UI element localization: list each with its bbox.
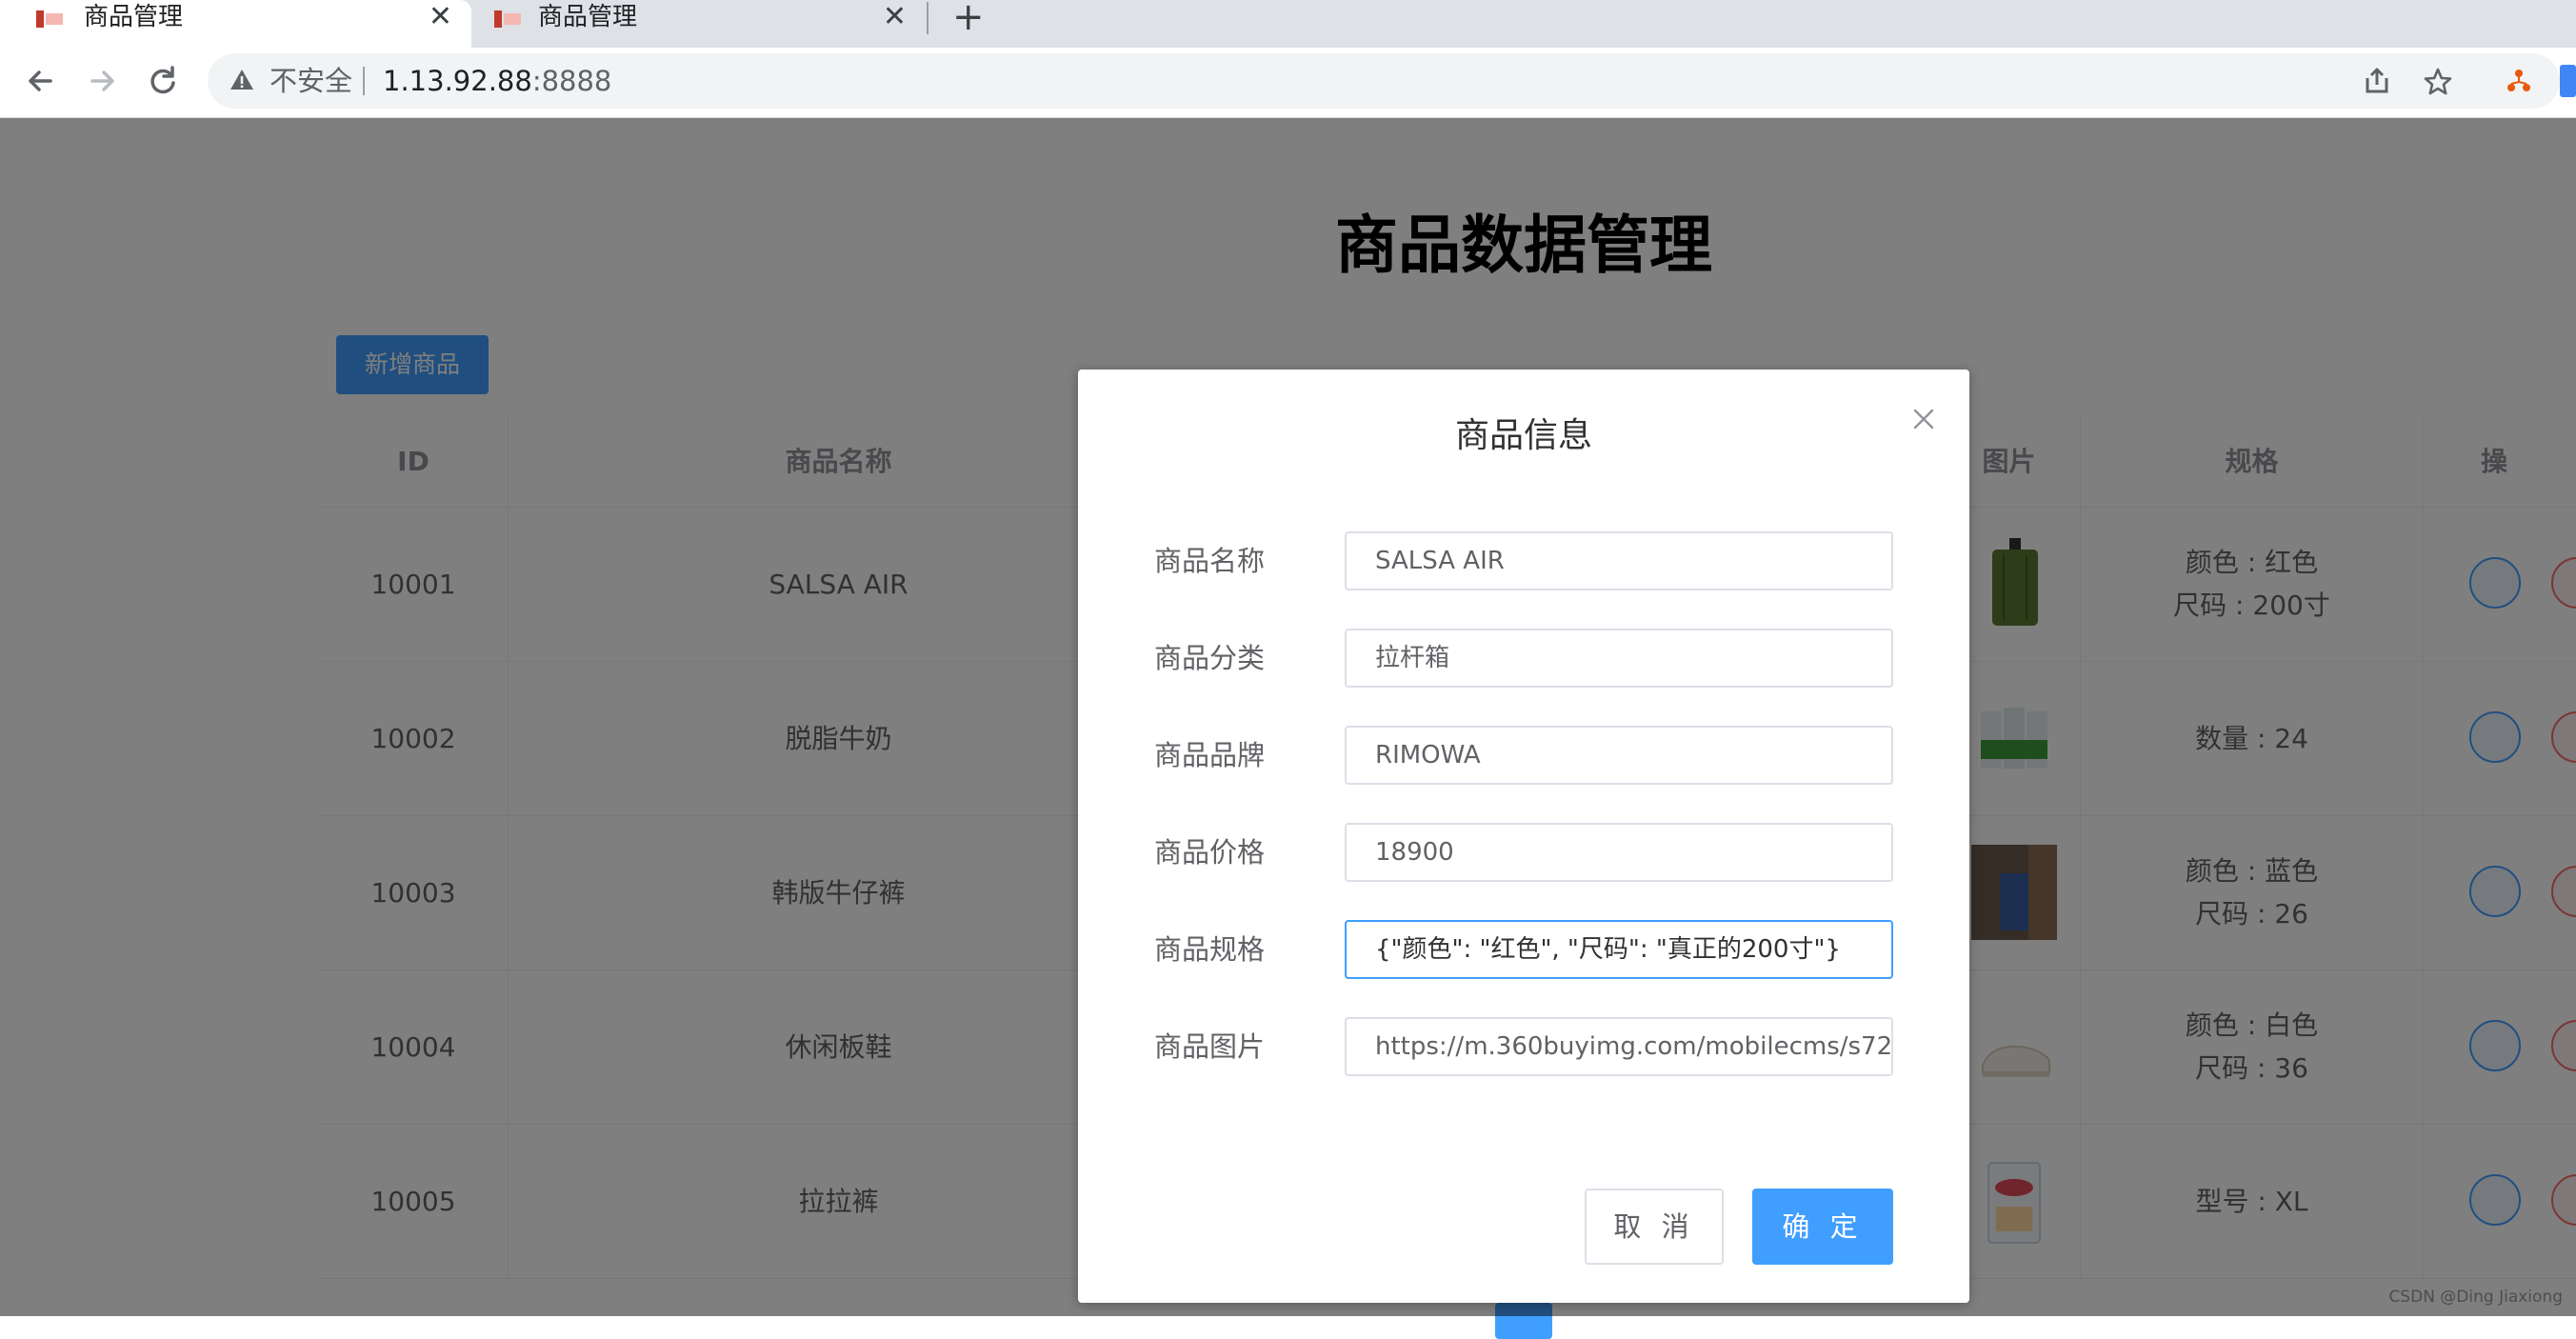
name-input[interactable]: SALSA AIR [1345,531,1893,590]
tab-close-icon[interactable]: ✕ [429,2,452,32]
tab-inactive[interactable]: 商品管理 ✕ [473,0,926,48]
form-label: 商品价格 [1154,836,1266,869]
form-row-spec: 商品规格 {"颜色": "红色", "尺码": "真正的200寸"} [1154,920,1897,979]
tab-active[interactable]: 商品管理 ✕ [0,0,471,48]
extension-translate-icon[interactable] [2560,65,2576,97]
form-row-category: 商品分类 拉杆箱 [1154,629,1897,688]
security-status-label[interactable]: 不安全 [270,53,352,109]
image-url-input[interactable]: https://m.360buyimg.com/mobilecms/s720x7 [1345,1017,1893,1076]
url-port: :8888 [531,65,612,97]
form-label: 商品名称 [1154,545,1266,577]
back-arrow-icon[interactable] [19,59,63,103]
warning-triangle-icon[interactable] [229,67,255,93]
confirm-button[interactable]: 确 定 [1752,1189,1893,1265]
product-info-dialog: 商品信息 商品名称 SALSA AIR 商品分类 拉杆箱 商品品牌 RIMOWA… [1078,370,1969,1303]
url-separator [363,67,365,95]
tab-separator [927,2,929,34]
bookmark-star-icon[interactable] [2423,67,2453,97]
browser-toolbar: 不安全 1.13.92.88:8888 [0,48,2576,118]
tab-close-icon[interactable]: ✕ [883,2,907,32]
cancel-button[interactable]: 取 消 [1585,1189,1724,1265]
site-favicon-icon [36,10,63,28]
close-icon[interactable] [1912,408,1935,430]
form-label: 商品规格 [1154,933,1266,966]
forward-arrow-icon[interactable] [80,59,124,103]
address-bar[interactable]: 不安全 1.13.92.88:8888 [208,53,2560,109]
extension-network-icon[interactable] [2505,67,2533,95]
browser-tab-bar: 商品管理 ✕ 商品管理 ✕ + [0,0,2576,48]
site-favicon-icon [494,10,521,28]
reload-icon[interactable] [141,59,185,103]
dialog-title: 商品信息 [1454,416,1592,455]
tab-title: 商品管理 [84,3,184,31]
form-label: 商品图片 [1154,1030,1266,1063]
form-row-image: 商品图片 https://m.360buyimg.com/mobilecms/s… [1154,1017,1897,1076]
price-input[interactable]: 18900 [1345,823,1893,882]
form-row-name: 商品名称 SALSA AIR [1154,531,1897,590]
form-label: 商品分类 [1154,642,1266,674]
tab-title: 商品管理 [538,3,638,31]
category-input[interactable]: 拉杆箱 [1345,629,1893,688]
share-icon[interactable] [2362,67,2392,95]
form-label: 商品品牌 [1154,739,1266,771]
url-text[interactable]: 1.13.92.88:8888 [383,53,611,109]
form-row-price: 商品价格 18900 [1154,823,1897,882]
form-row-brand: 商品品牌 RIMOWA [1154,726,1897,785]
brand-input[interactable]: RIMOWA [1345,726,1893,785]
new-tab-icon[interactable]: + [952,0,985,36]
spec-input[interactable]: {"颜色": "红色", "尺码": "真正的200寸"} [1345,920,1893,979]
url-host: 1.13.92.88 [383,65,532,97]
